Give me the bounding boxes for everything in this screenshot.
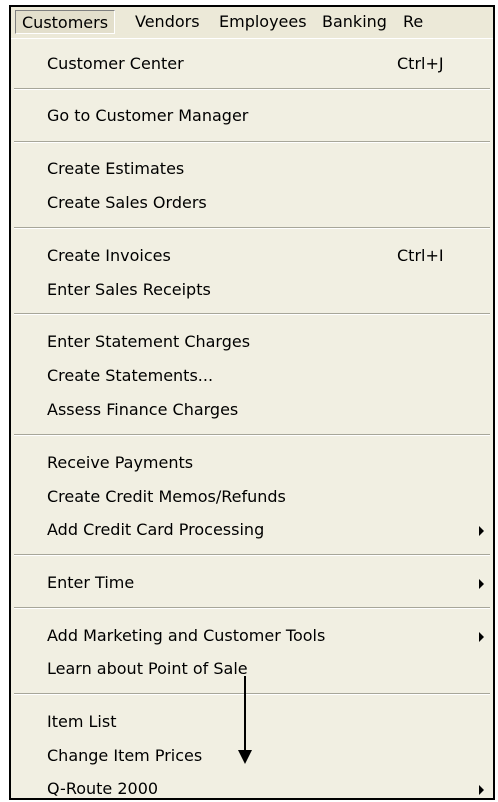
down-arrow-icon xyxy=(238,676,252,764)
